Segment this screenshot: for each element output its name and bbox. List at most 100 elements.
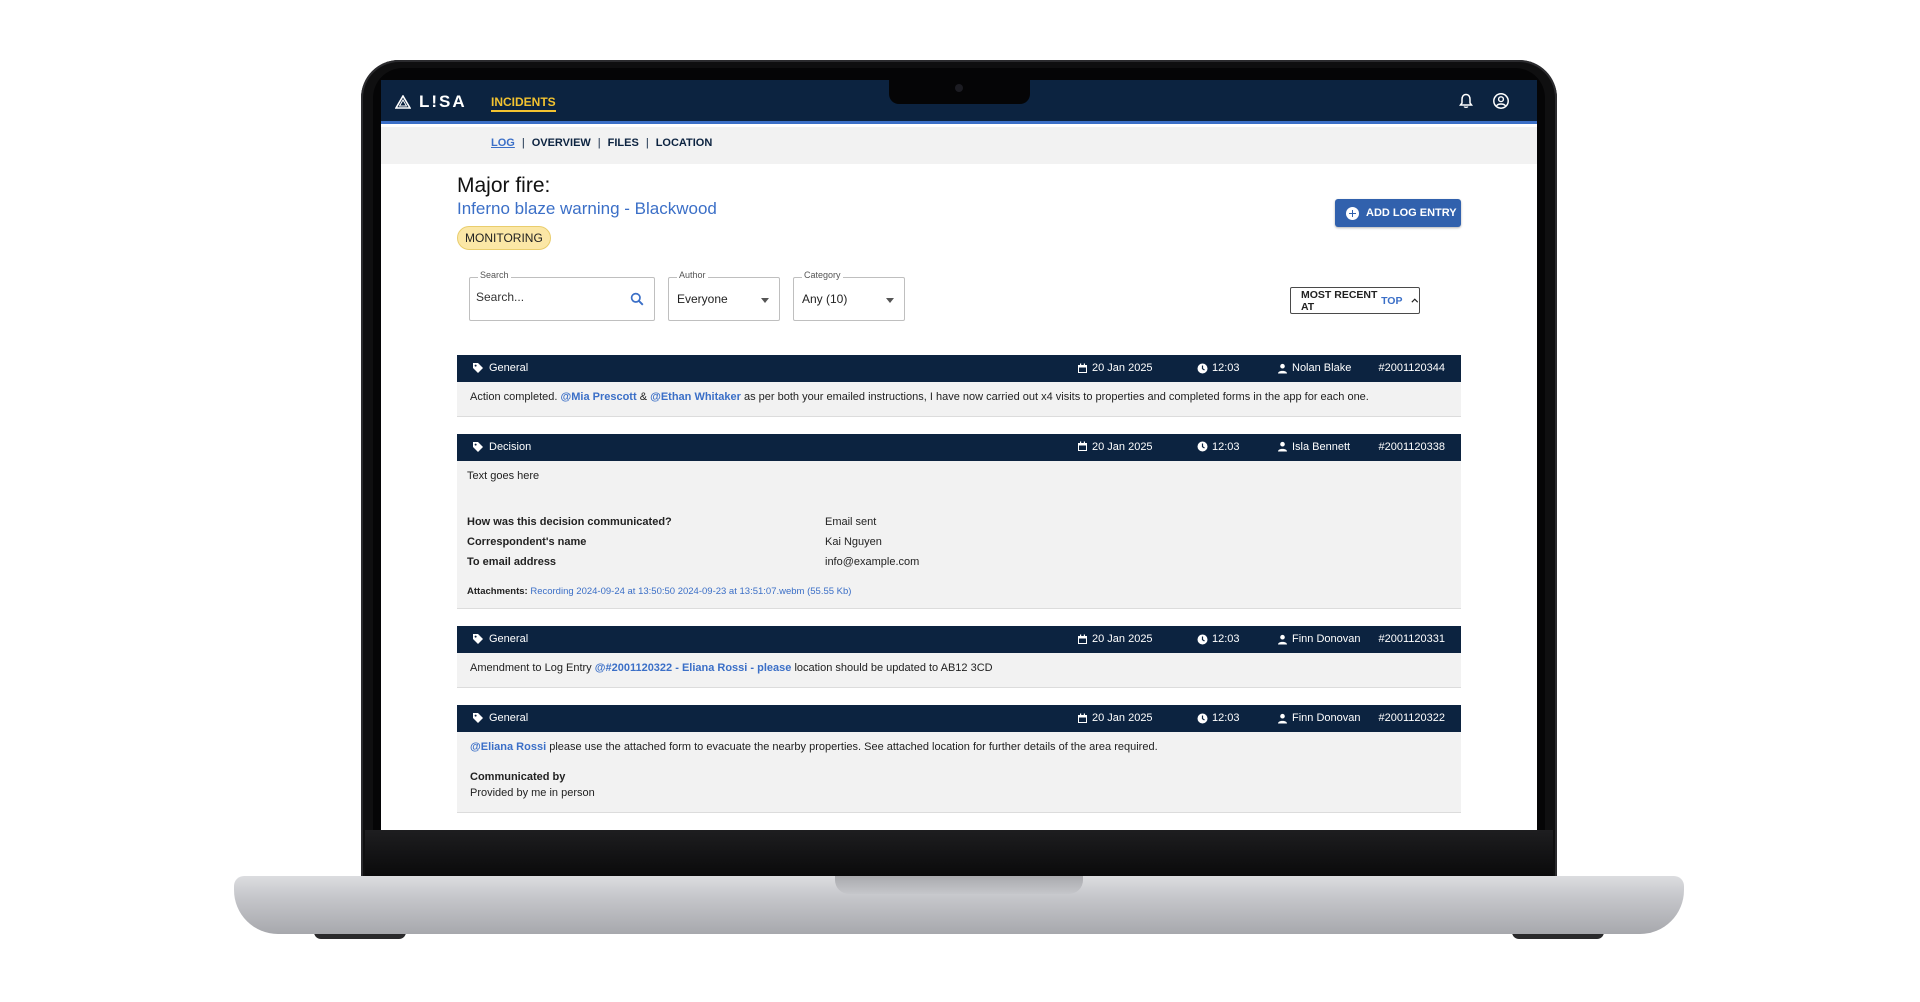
clock-icon bbox=[1197, 441, 1208, 452]
search-input[interactable] bbox=[476, 290, 626, 304]
author-value: Everyone bbox=[677, 292, 728, 306]
tab-separator: | bbox=[521, 137, 525, 149]
laptop-base bbox=[234, 876, 1684, 934]
logo-text: L!SA bbox=[419, 92, 467, 111]
attachment-link[interactable]: Recording 2024-09-24 at 13:50:50 2024-09… bbox=[530, 586, 851, 597]
entry-time: 12:03 bbox=[1212, 712, 1240, 725]
detail-key: How was this decision communicated? bbox=[467, 515, 672, 528]
log-entry-header: General 20 Jan 2025 12:03 Finn Donovan #… bbox=[457, 705, 1461, 733]
tag-icon bbox=[473, 634, 483, 645]
nav-incidents[interactable]: INCIDENTS bbox=[491, 95, 556, 112]
calendar-icon bbox=[1078, 363, 1087, 373]
category-select[interactable]: Category Any (10) bbox=[793, 270, 905, 321]
communicated-by-value: Provided by me in person bbox=[470, 787, 595, 800]
entry-date: 20 Jan 2025 bbox=[1092, 362, 1153, 374]
incident-subtitle: Inferno blaze warning - Blackwood bbox=[457, 199, 717, 218]
entry-id: #2001120322 bbox=[1378, 712, 1445, 725]
detail-value: Email sent bbox=[825, 515, 877, 528]
person-icon bbox=[1278, 713, 1287, 724]
mention-link[interactable]: @Ethan Whitaker bbox=[650, 391, 741, 403]
author-label: Author bbox=[677, 270, 708, 280]
laptop-chin bbox=[365, 830, 1553, 876]
person-icon bbox=[1278, 363, 1287, 373]
attachments: Attachments: Recording 2024-09-24 at 13:… bbox=[467, 585, 1449, 599]
clock-icon bbox=[1197, 634, 1208, 645]
tag-icon bbox=[473, 441, 483, 452]
tab-files[interactable]: FILES bbox=[608, 137, 639, 149]
detail-value: Kai Nguyen bbox=[825, 535, 882, 548]
log-entry-header: Decision 20 Jan 2025 12:03 Isla Bennett … bbox=[457, 433, 1461, 461]
tab-separator: | bbox=[597, 137, 601, 149]
log-entry-body: Text goes here How was this decision com… bbox=[457, 461, 1461, 609]
entry-category: General bbox=[489, 633, 529, 646]
clock-icon bbox=[1197, 713, 1208, 724]
add-log-entry-label: ADD LOG ENTRY bbox=[1366, 207, 1457, 219]
add-log-entry-button[interactable]: ADD LOG ENTRY bbox=[1335, 199, 1461, 227]
entry-category: Decision bbox=[489, 440, 532, 453]
entry-text: Action completed. bbox=[470, 391, 558, 403]
sort-highlight: TOP bbox=[1381, 294, 1403, 307]
sub-navigation: LOG | OVERVIEW | FILES | LOCATION bbox=[381, 127, 1537, 164]
sort-order-button[interactable]: MOST RECENT AT TOP bbox=[1290, 287, 1420, 314]
clock-icon bbox=[1197, 363, 1208, 373]
entry-text: Amendment to Log Entry bbox=[470, 662, 592, 675]
entry-text: please use the attached form to evacuate… bbox=[549, 741, 1158, 754]
laptop-base-groove bbox=[835, 876, 1083, 894]
log-entry-header: General 20 Jan 2025 12:03 Finn Donovan #… bbox=[457, 626, 1461, 654]
entry-id: #2001120331 bbox=[1378, 633, 1445, 646]
tab-overview[interactable]: OVERVIEW bbox=[532, 137, 591, 149]
entry-time: 12:03 bbox=[1212, 362, 1240, 374]
log-entry: General 20 Jan 2025 12:03 Finn Donovan #… bbox=[457, 626, 1461, 689]
log-entry: General 20 Jan 2025 12:03 Finn Donovan #… bbox=[457, 705, 1461, 814]
dropdown-caret-icon bbox=[761, 298, 769, 303]
mention-link[interactable]: @Eliana Rossi bbox=[470, 741, 546, 753]
mention-link[interactable]: @Mia Prescott bbox=[561, 391, 637, 403]
mention-link[interactable]: @#2001120322 - Eliana Rossi - please bbox=[595, 662, 792, 674]
detail-key: Correspondent's name bbox=[467, 535, 587, 548]
bell-icon[interactable] bbox=[1457, 92, 1475, 110]
person-icon bbox=[1278, 442, 1287, 452]
entry-category: General bbox=[489, 712, 529, 725]
tab-location[interactable]: LOCATION bbox=[656, 137, 713, 149]
entry-time: 12:03 bbox=[1212, 633, 1240, 646]
entry-category: General bbox=[489, 362, 529, 374]
log-entry-body: Action completed. @Mia Prescott & @Ethan… bbox=[457, 382, 1461, 416]
chevron-up-icon bbox=[1411, 298, 1419, 303]
entry-id: #2001120344 bbox=[1378, 362, 1445, 374]
entry-text: & bbox=[639, 391, 648, 403]
decision-details: How was this decision communicated? Emai… bbox=[467, 515, 1449, 571]
page-title: Major fire: bbox=[457, 174, 551, 197]
category-label: Category bbox=[802, 270, 843, 280]
tab-separator: | bbox=[645, 137, 649, 149]
camera-notch bbox=[889, 80, 1030, 104]
detail-key: To email address bbox=[467, 555, 557, 568]
user-account-icon[interactable] bbox=[1492, 92, 1510, 110]
tab-log[interactable]: LOG bbox=[491, 137, 515, 149]
triangle-logo-icon bbox=[395, 95, 411, 109]
entry-author: Nolan Blake bbox=[1292, 362, 1352, 374]
calendar-icon bbox=[1078, 634, 1087, 644]
entry-date: 20 Jan 2025 bbox=[1092, 633, 1153, 646]
entry-author: Finn Donovan bbox=[1292, 633, 1361, 646]
tag-icon bbox=[473, 363, 483, 373]
plus-circle-icon bbox=[1346, 206, 1359, 220]
category-value: Any (10) bbox=[802, 292, 848, 306]
log-entry-header: General 20 Jan 2025 12:03 Nolan Blake #2… bbox=[457, 355, 1461, 382]
person-icon bbox=[1278, 634, 1287, 645]
log-entry-body: Amendment to Log Entry @#2001120322 - El… bbox=[457, 653, 1461, 687]
communicated-by-label: Communicated by bbox=[470, 771, 566, 784]
entry-date: 20 Jan 2025 bbox=[1092, 712, 1153, 725]
search-icon[interactable] bbox=[630, 292, 644, 306]
status-badge: MONITORING bbox=[457, 226, 551, 250]
dropdown-caret-icon bbox=[886, 298, 894, 303]
attachments-label: Attachments: bbox=[467, 585, 528, 597]
search-field: Search bbox=[469, 270, 655, 321]
tag-icon bbox=[473, 713, 483, 724]
calendar-icon bbox=[1078, 441, 1087, 452]
entry-id: #2001120338 bbox=[1378, 440, 1445, 453]
entry-text: as per both your emailed instructions, I… bbox=[743, 391, 1369, 403]
log-entry: General 20 Jan 2025 12:03 Nolan Blake #2… bbox=[457, 355, 1461, 417]
app-logo[interactable]: L!SA bbox=[395, 92, 467, 112]
camera-icon bbox=[955, 84, 963, 92]
author-select[interactable]: Author Everyone bbox=[668, 270, 780, 321]
